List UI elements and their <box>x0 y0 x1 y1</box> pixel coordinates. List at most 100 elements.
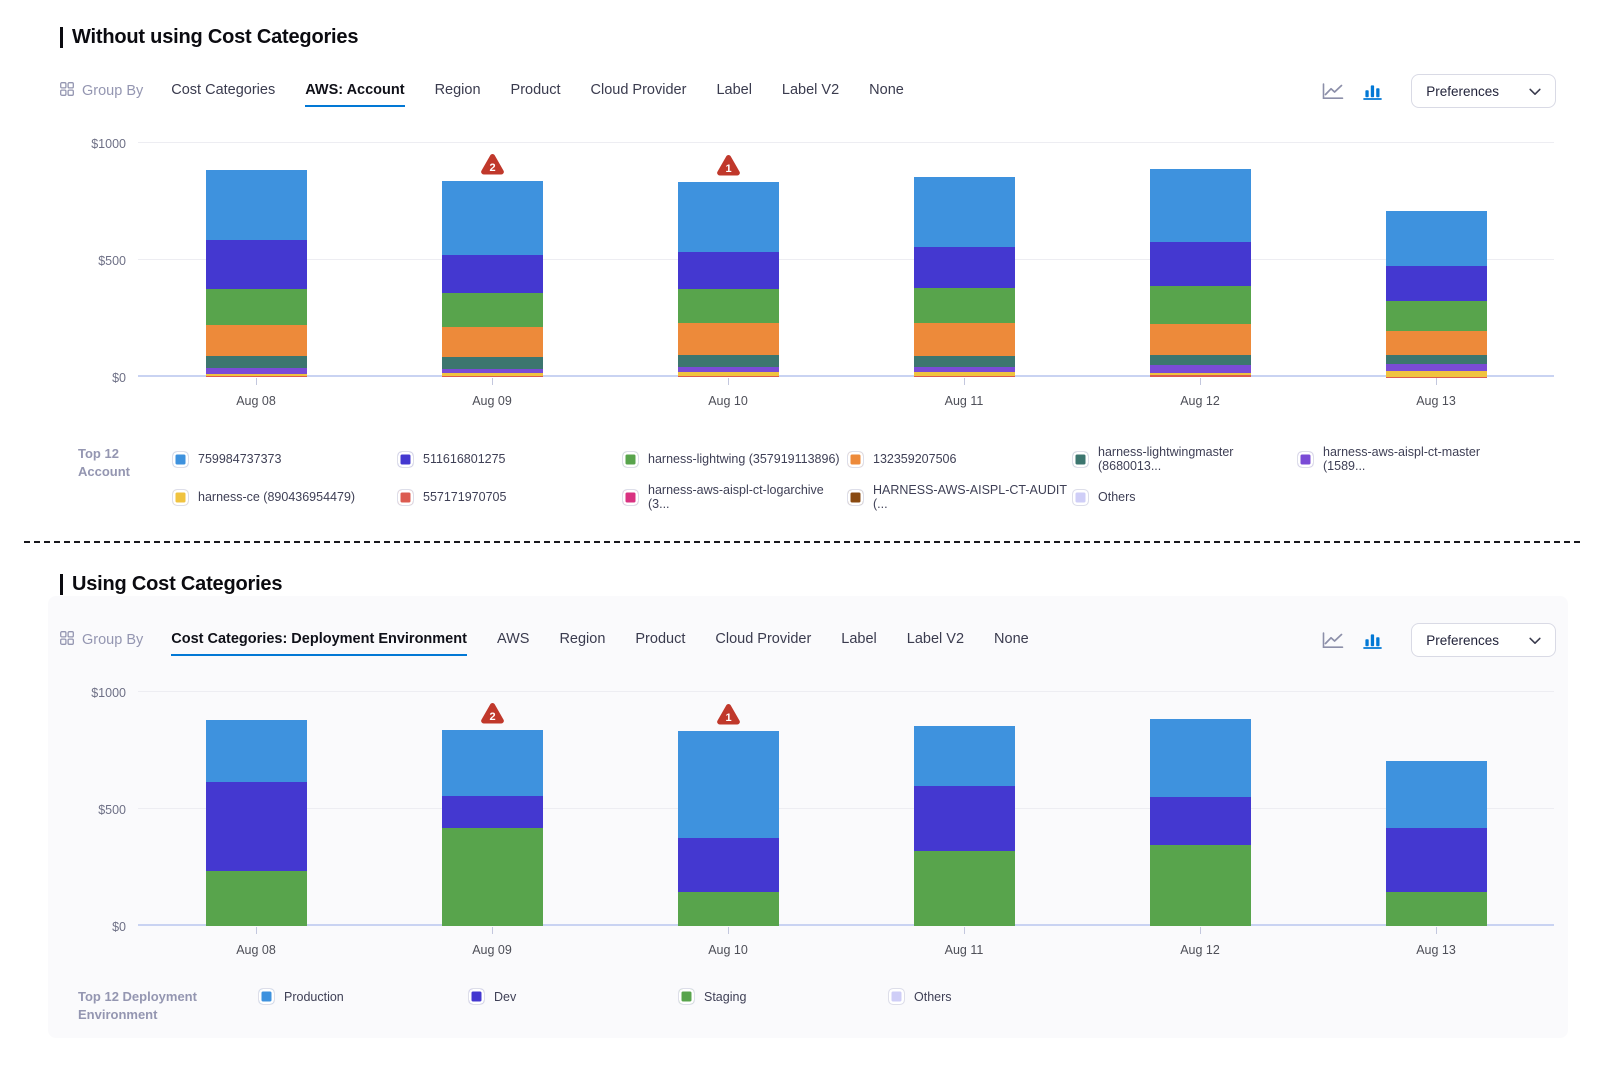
bar-segment[interactable] <box>1386 331 1487 355</box>
legend-item[interactable]: harness-aws-aispl-ct-master (1589... <box>1297 445 1522 473</box>
anomaly-badge[interactable]: 1 <box>716 154 741 177</box>
bar-segment[interactable] <box>442 357 543 369</box>
bar-segment[interactable] <box>1386 355 1487 364</box>
bar-segment[interactable] <box>914 247 1015 288</box>
preferences-button[interactable]: Preferences <box>1411 623 1556 657</box>
bar-segment[interactable] <box>206 782 307 871</box>
stacked-bar[interactable] <box>442 730 543 926</box>
group-by-tab[interactable]: Label V2 <box>907 625 964 656</box>
bar-segment[interactable] <box>1386 828 1487 891</box>
bar-segment[interactable] <box>206 170 307 240</box>
bar-segment[interactable] <box>678 252 779 289</box>
bar-segment[interactable] <box>442 376 543 377</box>
bar-segment[interactable] <box>678 838 779 891</box>
bar-segment[interactable] <box>442 255 543 293</box>
legend-item[interactable]: harness-ce (890436954479) <box>172 483 397 511</box>
group-by-tab[interactable]: Cost Categories <box>171 76 275 107</box>
bar-segment[interactable] <box>914 851 1015 926</box>
legend-item[interactable]: Others <box>888 988 1098 1005</box>
bar-segment[interactable] <box>206 289 307 325</box>
group-by-tab[interactable]: Region <box>435 76 481 107</box>
anomaly-badge[interactable]: 2 <box>480 702 505 725</box>
legend-item[interactable]: harness-aws-aispl-ct-logarchive (3... <box>622 483 847 511</box>
bar-segment[interactable] <box>1150 375 1251 377</box>
anomaly-badge[interactable]: 1 <box>716 703 741 726</box>
bar-segment[interactable] <box>678 355 779 367</box>
bar-segment[interactable] <box>1150 365 1251 373</box>
legend-item[interactable]: Others <box>1072 483 1297 511</box>
bar-segment[interactable] <box>442 730 543 796</box>
bar-segment[interactable] <box>914 177 1015 247</box>
line-chart-icon[interactable] <box>1320 81 1346 102</box>
bar-segment[interactable] <box>442 327 543 357</box>
stacked-bar[interactable] <box>206 170 307 377</box>
stacked-bar[interactable] <box>1150 719 1251 926</box>
bar-chart-icon[interactable] <box>1361 81 1384 102</box>
anomaly-badge[interactable]: 2 <box>480 153 505 176</box>
bar-segment[interactable] <box>1150 797 1251 845</box>
group-by-tab[interactable]: AWS: Account <box>305 76 404 107</box>
bar-chart-icon[interactable] <box>1361 630 1384 651</box>
group-by-tab[interactable]: Product <box>511 76 561 107</box>
group-by-tab[interactable]: Product <box>635 625 685 656</box>
bar-segment[interactable] <box>914 786 1015 852</box>
bar-segment[interactable] <box>678 182 779 252</box>
bar-segment[interactable] <box>1150 845 1251 926</box>
stacked-bar[interactable] <box>678 182 779 377</box>
bar-segment[interactable] <box>914 323 1015 356</box>
stacked-bar[interactable] <box>206 720 307 926</box>
legend-item[interactable]: harness-lightwing (357919113896) <box>622 445 847 473</box>
legend-item[interactable]: Dev <box>468 988 678 1005</box>
group-by-tab[interactable]: Label <box>716 76 751 107</box>
legend-item[interactable]: 557171970705 <box>397 483 622 511</box>
bar-segment[interactable] <box>442 293 543 327</box>
bar-segment[interactable] <box>1386 892 1487 926</box>
bar-segment[interactable] <box>678 323 779 355</box>
bar-segment[interactable] <box>1150 242 1251 286</box>
bar-segment[interactable] <box>678 289 779 323</box>
bar-segment[interactable] <box>1150 169 1251 242</box>
legend-item[interactable]: Staging <box>678 988 888 1005</box>
bar-segment[interactable] <box>442 181 543 255</box>
legend-item[interactable]: Production <box>258 988 468 1005</box>
group-by-tab[interactable]: Label V2 <box>782 76 839 107</box>
bar-segment[interactable] <box>1150 324 1251 355</box>
group-by-tab[interactable]: None <box>994 625 1029 656</box>
group-by-tab[interactable]: None <box>869 76 904 107</box>
group-by-tab[interactable]: Region <box>559 625 605 656</box>
stacked-bar[interactable] <box>1150 169 1251 377</box>
bar-segment[interactable] <box>1386 266 1487 301</box>
legend-item[interactable]: HARNESS-AWS-AISPL-CT-AUDIT (... <box>847 483 1072 511</box>
stacked-bar[interactable] <box>914 177 1015 377</box>
stacked-bar[interactable] <box>1386 211 1487 377</box>
stacked-bar[interactable] <box>442 181 543 377</box>
bar-segment[interactable] <box>206 325 307 356</box>
group-by-tab[interactable]: Cloud Provider <box>591 76 687 107</box>
bar-segment[interactable] <box>678 376 779 377</box>
legend-item[interactable]: harness-lightwingmaster (8680013... <box>1072 445 1297 473</box>
bar-segment[interactable] <box>914 356 1015 367</box>
bar-segment[interactable] <box>678 892 779 926</box>
bar-segment[interactable] <box>1386 761 1487 829</box>
bar-segment[interactable] <box>206 720 307 782</box>
group-by-tab[interactable]: Cost Categories: Deployment Environment <box>171 625 467 656</box>
bar-segment[interactable] <box>206 871 307 926</box>
group-by-tab[interactable]: Label <box>841 625 876 656</box>
preferences-button[interactable]: Preferences <box>1411 74 1556 108</box>
stacked-bar[interactable] <box>678 731 779 926</box>
bar-segment[interactable] <box>206 240 307 289</box>
bar-segment[interactable] <box>1386 364 1487 371</box>
bar-segment[interactable] <box>678 731 779 838</box>
bar-segment[interactable] <box>914 726 1015 785</box>
bar-segment[interactable] <box>1150 286 1251 324</box>
bar-segment[interactable] <box>1386 211 1487 266</box>
bar-segment[interactable] <box>914 288 1015 323</box>
stacked-bar[interactable] <box>914 726 1015 926</box>
legend-item[interactable]: 132359207506 <box>847 445 1072 473</box>
bar-segment[interactable] <box>914 376 1015 377</box>
line-chart-icon[interactable] <box>1320 630 1346 651</box>
bar-segment[interactable] <box>206 356 307 368</box>
bar-segment[interactable] <box>442 796 543 828</box>
bar-segment[interactable] <box>1386 301 1487 331</box>
group-by-tab[interactable]: Cloud Provider <box>715 625 811 656</box>
